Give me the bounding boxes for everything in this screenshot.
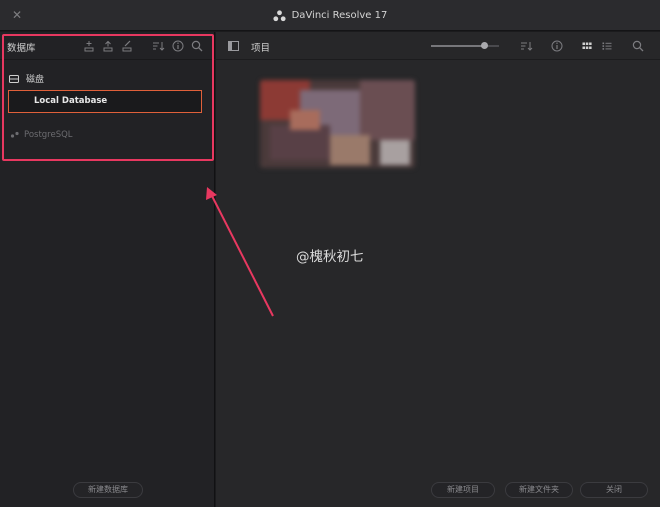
project-thumbnail[interactable] xyxy=(260,80,415,168)
sort-icon[interactable] xyxy=(519,39,533,53)
grid-view-icon[interactable] xyxy=(580,39,594,53)
thumbnail-size-slider[interactable] xyxy=(431,45,499,47)
title-bar: ✕ DaVinci Resolve 17 xyxy=(0,0,660,31)
highlight-annotation-box xyxy=(2,34,214,161)
project-toolbar: 项目 xyxy=(216,32,660,60)
close-button[interactable]: 关闭 xyxy=(580,482,648,498)
search-icon[interactable] xyxy=(631,39,645,53)
slider-knob[interactable] xyxy=(481,42,488,49)
new-database-button[interactable]: 新建数据库 xyxy=(73,482,143,498)
app-title-text: DaVinci Resolve 17 xyxy=(291,10,388,21)
new-project-button[interactable]: 新建项目 xyxy=(431,482,495,498)
watermark-text: @槐秋初七 xyxy=(296,249,364,265)
list-view-icon[interactable] xyxy=(600,39,614,53)
sidebar-toggle-icon[interactable] xyxy=(228,41,239,51)
app-title: DaVinci Resolve 17 xyxy=(0,0,660,31)
new-folder-button[interactable]: 新建文件夹 xyxy=(505,482,573,498)
davinci-logo-icon xyxy=(273,9,286,21)
project-panel: 项目 新建项目 新建文件夹 关闭 xyxy=(216,32,660,507)
project-panel-label: 项目 xyxy=(251,43,271,54)
info-icon[interactable] xyxy=(550,39,564,53)
